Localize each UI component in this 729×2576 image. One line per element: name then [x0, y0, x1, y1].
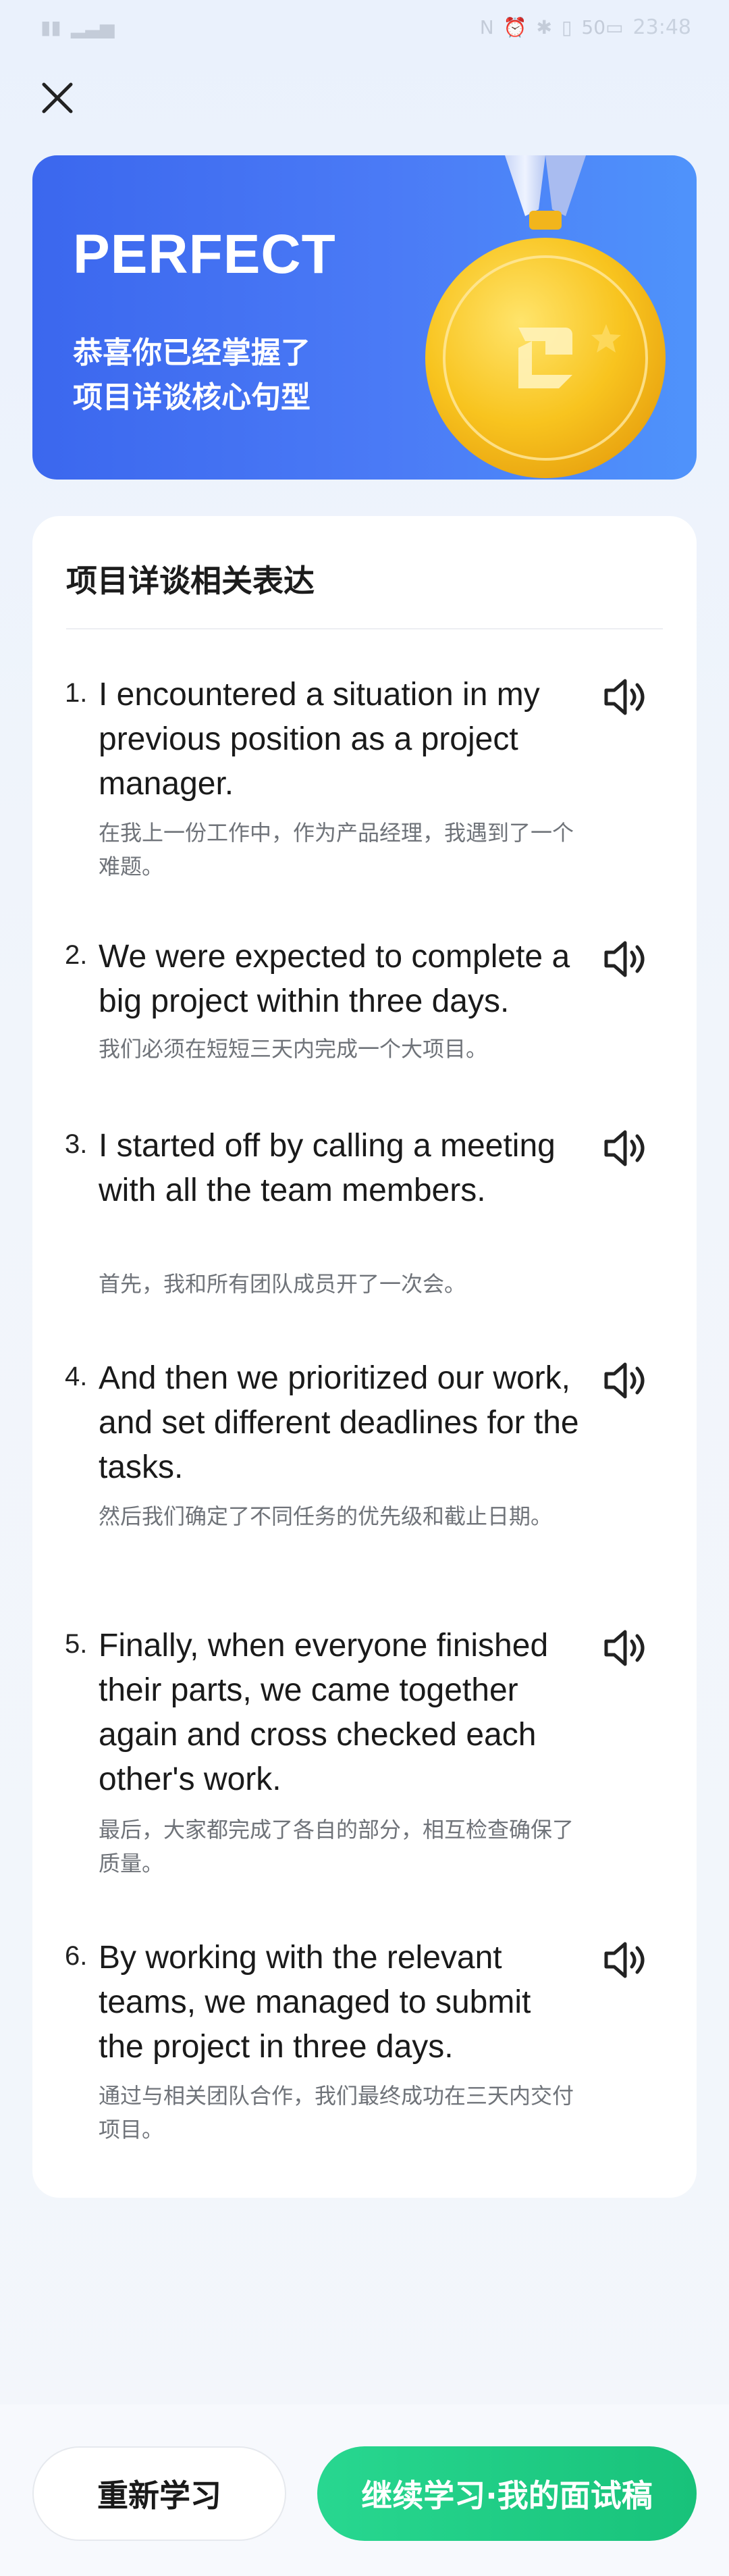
speaker-icon	[604, 1362, 645, 1399]
item-chinese: 最后，大家都完成了各自的部分，相互检查确保了质量。	[99, 1817, 574, 1876]
item-number: 1.	[65, 678, 88, 708]
speaker-icon	[604, 1630, 645, 1666]
battery-icon: 50▭	[581, 16, 624, 38]
play-audio-button[interactable]	[599, 1124, 653, 1178]
item-number: 6.	[65, 1941, 88, 1971]
bluetooth-icon: ✱	[536, 16, 552, 38]
item-chinese: 通过与相关团队合作，我们最终成功在三天内交付项目。	[99, 2083, 574, 2142]
play-audio-button[interactable]	[599, 673, 653, 727]
status-right: N ⏰ ✱ ▯ 50▭ 23:48	[480, 16, 691, 39]
item-english: By working with the relevant teams, we m…	[99, 1940, 531, 2065]
item-english: I encountered a situation in my previous…	[99, 677, 540, 802]
item-chinese: 我们必须在短短三天内完成一个大项目。	[99, 1036, 488, 1062]
status-left: ▮▮ ▂▃▅	[40, 16, 114, 38]
item-number: 2.	[65, 940, 88, 970]
network-icon: ▮▮	[40, 16, 61, 38]
play-audio-button[interactable]	[599, 935, 653, 989]
banner-subtitle-line1: 恭喜你已经掌握了	[73, 336, 310, 370]
speaker-icon	[604, 1130, 645, 1166]
item-english: Finally, when everyone finished their pa…	[99, 1628, 549, 1797]
item-chinese: 在我上一份工作中，作为产品经理，我遇到了一个难题。	[99, 820, 574, 879]
continue-learning-button[interactable]: 继续学习·我的面试稿	[317, 2446, 697, 2541]
expressions-card: 项目详谈相关表达 1. I encountered a situation in…	[32, 516, 697, 2198]
status-time: 23:48	[632, 15, 691, 39]
item-chinese: 首先，我和所有团队成员开了一次会。	[99, 1271, 466, 1297]
divider	[66, 628, 663, 629]
medal-icon	[425, 155, 666, 478]
speaker-icon	[604, 941, 645, 977]
congrats-banner: PERFECT 恭喜你已经掌握了 项目详谈核心句型	[32, 155, 697, 480]
speaker-icon	[604, 679, 645, 715]
item-english: We were expected to complete a big proje…	[99, 939, 570, 1019]
battery-level: 50	[581, 16, 606, 38]
close-icon	[42, 82, 73, 113]
status-bar: ▮▮ ▂▃▅ N ⏰ ✱ ▯ 50▭ 23:48	[0, 0, 729, 54]
item-english: And then we prioritized our work, and se…	[99, 1360, 579, 1485]
nfc-icon: N	[479, 16, 494, 38]
alarm-icon: ⏰	[503, 16, 527, 38]
vibrate-icon: ▯	[562, 16, 572, 38]
card-title: 项目详谈相关表达	[66, 563, 315, 599]
relearn-button[interactable]: 重新学习	[32, 2446, 286, 2541]
item-number: 3.	[65, 1129, 88, 1159]
item-chinese: 然后我们确定了不同任务的优先级和截止日期。	[99, 1503, 553, 1529]
banner-title: PERFECT	[73, 224, 336, 285]
signal-icon: ▂▃▅	[70, 16, 115, 38]
banner-subtitle: 恭喜你已经掌握了 项目详谈核心句型	[73, 331, 424, 420]
close-button[interactable]	[27, 68, 88, 128]
item-number: 5.	[65, 1629, 88, 1659]
item-english: I started off by calling a meeting with …	[99, 1128, 556, 1208]
bottom-action-bar: 重新学习 继续学习·我的面试稿	[0, 2404, 729, 2576]
play-audio-button[interactable]	[599, 1936, 653, 1990]
item-number: 4.	[65, 1362, 88, 1391]
speaker-icon	[604, 1942, 645, 1978]
banner-subtitle-line2: 项目详谈核心句型	[73, 380, 310, 415]
play-audio-button[interactable]	[599, 1624, 653, 1678]
play-audio-button[interactable]	[599, 1356, 653, 1410]
